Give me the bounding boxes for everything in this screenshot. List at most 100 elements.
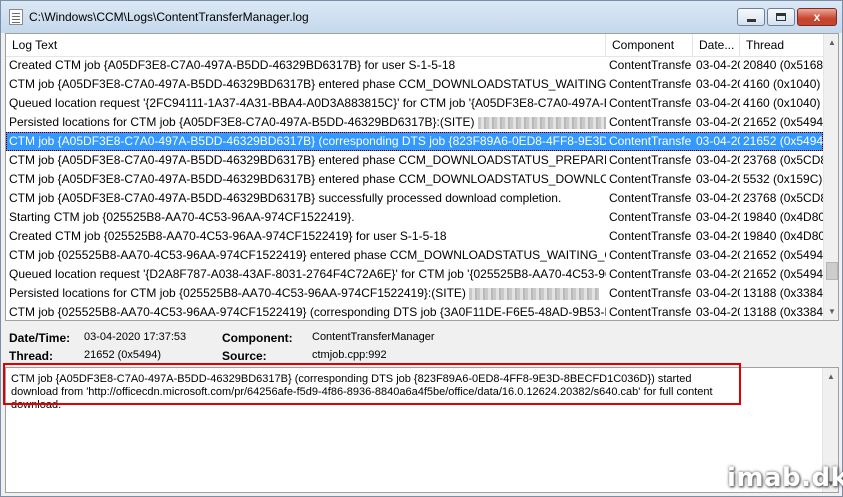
table-row[interactable]: CTM job {A05DF3E8-C7A0-497A-B5DD-46329BD… (6, 189, 823, 208)
thread-cell-text: 4160 (0x1040) (743, 77, 821, 91)
component-cell-text: ContentTransfe (609, 305, 692, 319)
datetime-label: Date/Time: (9, 331, 71, 345)
date-cell: 03-04-2020 (693, 56, 740, 75)
column-header-log-text[interactable]: Log Text (6, 34, 606, 56)
date-cell-text: 03-04-2020 (696, 172, 740, 186)
date-cell-text: 03-04-2020 (696, 115, 740, 129)
thread-cell-text: 23768 (0x5CD8) (743, 153, 823, 167)
log-text-cell-text: CTM job {A05DF3E8-C7A0-497A-B5DD-46329BD… (9, 77, 606, 91)
date-cell: 03-04-2020 (693, 75, 740, 94)
date-cell: 03-04-2020 (693, 151, 740, 170)
table-row[interactable]: CTM job {A05DF3E8-C7A0-497A-B5DD-46329BD… (6, 75, 823, 94)
log-text-cell-text: CTM job {A05DF3E8-C7A0-497A-B5DD-46329BD… (9, 172, 606, 186)
table-row[interactable]: Queued location request '{2FC94111-1A37-… (6, 94, 823, 113)
thread-cell: 23768 (0x5CD8) (740, 151, 823, 170)
minimize-button[interactable] (737, 8, 765, 26)
component-cell: ContentTransfe (606, 151, 693, 170)
log-text-cell-text: CTM job {A05DF3E8-C7A0-497A-B5DD-46329BD… (9, 153, 606, 167)
component-cell: ContentTransfe (606, 189, 693, 208)
log-text-cell: CTM job {A05DF3E8-C7A0-497A-B5DD-46329BD… (6, 151, 606, 170)
table-row[interactable]: CTM job {A05DF3E8-C7A0-497A-B5DD-46329BD… (6, 170, 823, 189)
log-text-cell-text: CTM job {025525B8-AA70-4C53-96AA-974CF15… (9, 305, 606, 319)
log-text-cell-text: Created CTM job {025525B8-AA70-4C53-96AA… (9, 229, 447, 243)
date-cell-text: 03-04-2020 (696, 267, 740, 281)
minimize-icon (746, 18, 756, 22)
source-value: ctmjob.cpp:992 (312, 349, 387, 361)
title-bar[interactable]: C:\Windows\CCM\Logs\ContentTransferManag… (1, 1, 842, 33)
scroll-down-icon[interactable]: ▼ (824, 303, 838, 320)
maximize-button[interactable] (767, 8, 795, 26)
table-row[interactable]: Persisted locations for CTM job {A05DF3E… (6, 113, 823, 132)
redacted-block (469, 287, 600, 300)
date-cell: 03-04-2020 (693, 189, 740, 208)
table-row[interactable]: CTM job {A05DF3E8-C7A0-497A-B5DD-46329BD… (6, 151, 823, 170)
thread-cell: 4160 (0x1040) (740, 94, 823, 113)
watermark: imab.dk (727, 463, 843, 493)
log-list[interactable]: Log Text Component Date... Thread Create… (5, 33, 839, 321)
table-row[interactable]: Starting CTM job {025525B8-AA70-4C53-96A… (6, 208, 823, 227)
log-text-cell-text: Starting CTM job {025525B8-AA70-4C53-96A… (9, 210, 355, 224)
component-cell: ContentTransfe (606, 246, 693, 265)
table-row[interactable]: Queued location request '{D2A8F787-A038-… (6, 265, 823, 284)
log-text-cell-text: Created CTM job {A05DF3E8-C7A0-497A-B5DD… (9, 58, 456, 72)
component-cell-text: ContentTransfe (609, 267, 692, 281)
thread-cell: 21652 (0x5494) (740, 132, 823, 151)
column-header-date[interactable]: Date... (693, 34, 740, 56)
component-cell-text: ContentTransfe (609, 134, 692, 148)
thread-cell-text: 5532 (0x159C) (743, 172, 823, 186)
date-cell-text: 03-04-2020 (696, 58, 740, 72)
log-viewer-window: C:\Windows\CCM\Logs\ContentTransferManag… (0, 0, 843, 497)
details-panel: Date/Time: 03-04-2020 17:37:53 Component… (5, 323, 839, 367)
component-cell: ContentTransfe (606, 265, 693, 284)
thread-value: 21652 (0x5494) (84, 349, 162, 361)
component-cell-text: ContentTransfe (609, 248, 692, 262)
scroll-up-icon[interactable]: ▲ (824, 34, 838, 51)
thread-cell: 19840 (0x4D80) (740, 227, 823, 246)
log-text-cell-text: CTM job {A05DF3E8-C7A0-497A-B5DD-46329BD… (9, 191, 562, 205)
table-row[interactable]: CTM job {025525B8-AA70-4C53-96AA-974CF15… (6, 246, 823, 265)
thread-cell-text: 13188 (0x3384) (743, 286, 823, 300)
component-cell-text: ContentTransfe (609, 229, 692, 243)
component-cell: ContentTransfe (606, 132, 693, 151)
table-row[interactable]: Created CTM job {025525B8-AA70-4C53-96AA… (6, 227, 823, 246)
column-header-component[interactable]: Component (606, 34, 693, 56)
log-text-cell: CTM job {A05DF3E8-C7A0-497A-B5DD-46329BD… (6, 170, 606, 189)
date-cell-text: 03-04-2020 (696, 210, 740, 224)
message-scroll-up-icon[interactable]: ▲ (823, 368, 839, 385)
table-row[interactable]: Created CTM job {A05DF3E8-C7A0-497A-B5DD… (6, 56, 823, 75)
date-cell: 03-04-2020 (693, 246, 740, 265)
list-vertical-scrollbar[interactable]: ▲ ▼ (823, 34, 838, 320)
maximize-icon (776, 13, 786, 21)
source-label: Source: (222, 349, 267, 363)
component-cell-text: ContentTransfe (609, 172, 692, 186)
highlight-annotation (3, 363, 741, 405)
component-cell-text: ContentTransfe (609, 58, 692, 72)
log-text-cell: CTM job {A05DF3E8-C7A0-497A-B5DD-46329BD… (6, 189, 606, 208)
list-header: Log Text Component Date... Thread (6, 34, 823, 57)
redacted-block (477, 116, 606, 129)
log-text-cell: CTM job {A05DF3E8-C7A0-497A-B5DD-46329BD… (6, 75, 606, 94)
component-cell: ContentTransfe (606, 94, 693, 113)
thread-cell: 4160 (0x1040) (740, 75, 823, 94)
thread-cell-text: 21652 (0x5494) (743, 115, 823, 129)
thread-cell-text: 20840 (0x5168) (743, 58, 823, 72)
thread-cell: 21652 (0x5494) (740, 113, 823, 132)
date-cell-text: 03-04-2020 (696, 77, 740, 91)
date-cell-text: 03-04-2020 (696, 229, 740, 243)
close-button[interactable]: x (797, 8, 837, 26)
column-header-thread[interactable]: Thread (740, 34, 823, 56)
table-row[interactable]: CTM job {025525B8-AA70-4C53-96AA-974CF15… (6, 303, 823, 320)
date-cell: 03-04-2020 (693, 113, 740, 132)
table-row[interactable]: Persisted locations for CTM job {025525B… (6, 284, 823, 303)
component-cell-text: ContentTransfe (609, 191, 692, 205)
log-text-cell: Created CTM job {A05DF3E8-C7A0-497A-B5DD… (6, 56, 606, 75)
thread-cell-text: 19840 (0x4D80) (743, 210, 823, 224)
log-text-cell: Starting CTM job {025525B8-AA70-4C53-96A… (6, 208, 606, 227)
table-row-selected[interactable]: CTM job {A05DF3E8-C7A0-497A-B5DD-46329BD… (6, 132, 823, 151)
log-text-cell-text: CTM job {025525B8-AA70-4C53-96AA-974CF15… (9, 248, 606, 262)
scroll-thumb[interactable] (826, 262, 838, 280)
component-cell-text: ContentTransfe (609, 286, 692, 300)
component-cell-text: ContentTransfe (609, 210, 692, 224)
component-cell: ContentTransfe (606, 170, 693, 189)
log-text-cell-text: Queued location request '{2FC94111-1A37-… (9, 96, 606, 110)
